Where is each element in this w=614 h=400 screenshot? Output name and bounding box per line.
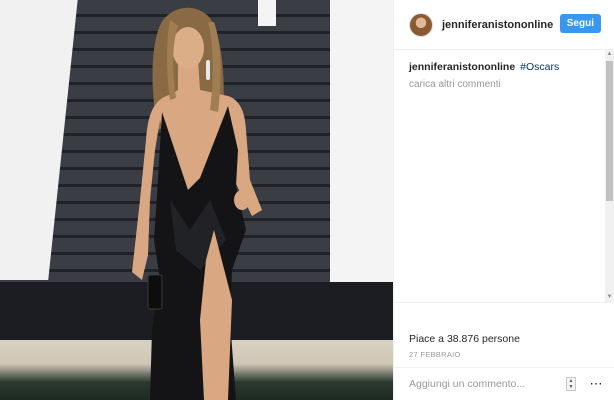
post-caption: jenniferanistononline #Oscars [409,60,600,74]
likes-suffix: persone [479,333,520,345]
header-username[interactable]: jenniferanistononline [442,19,553,31]
likes-prefix: Piace a [409,333,447,345]
spinner-control-icon[interactable]: ▲ ▼ [566,377,576,391]
caption-hashtag[interactable]: #Oscars [520,61,559,73]
post-date[interactable]: 27 FEBBRAIO [409,350,600,359]
profile-avatar[interactable] [409,12,433,37]
load-more-comments-link[interactable]: carica altri commenti [409,79,600,90]
likes-number: 38.876 [446,333,480,345]
woman-in-black-gown [132,7,262,400]
likes-section: Piace a 38.876 persone 27 FEBBRAIO [394,302,614,367]
scrollbar-thumb[interactable] [606,61,613,201]
more-options-icon[interactable]: ⋯ [588,376,604,392]
scroll-down-arrow-icon[interactable]: ▼ [605,293,614,302]
caption-username[interactable]: jenniferanistononline [409,61,515,73]
comments-area: jenniferanistononline #Oscars carica alt… [394,50,614,302]
instagram-post: jenniferanistononline Segui jenniferanis… [0,0,614,400]
add-comment-bar: ▲▼ ⋯ [394,367,614,400]
likes-count[interactable]: Piace a 38.876 persone [409,333,600,345]
follow-button[interactable]: Segui [559,14,601,33]
comment-input[interactable] [409,378,559,390]
post-photo[interactable] [0,0,393,400]
post-header: jenniferanistononline Segui [394,0,614,50]
post-side-panel: jenniferanistononline Segui jenniferanis… [393,0,614,400]
scroll-up-arrow-icon[interactable]: ▲ [605,50,614,59]
comments-scrollbar[interactable]: ▲ ▼ [605,50,614,302]
